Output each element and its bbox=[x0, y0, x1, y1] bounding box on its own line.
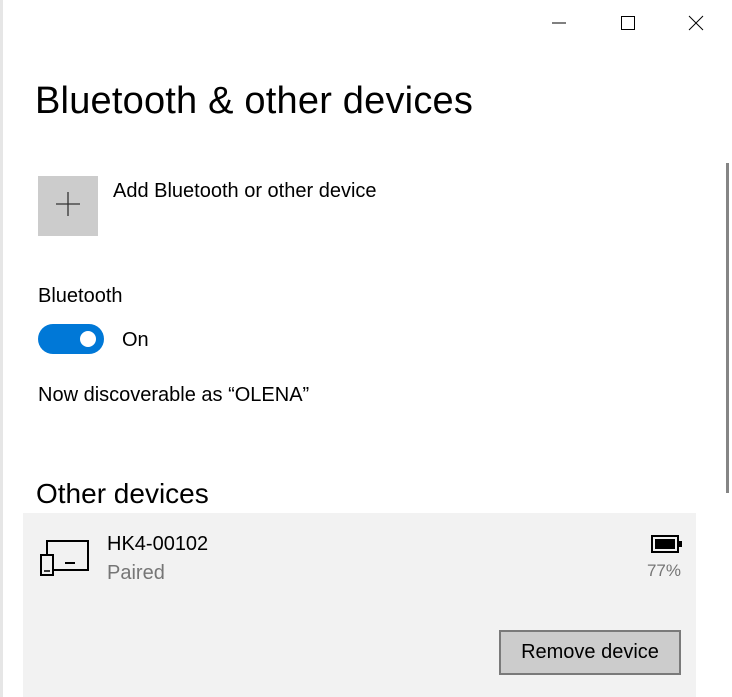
window-left-border bbox=[0, 0, 3, 697]
maximize-button[interactable] bbox=[605, 0, 651, 45]
device-item-hk4-00102[interactable]: HK4-00102 Paired 77% Remove device bbox=[23, 513, 696, 697]
other-devices-heading: Other devices bbox=[36, 478, 209, 509]
plus-icon bbox=[55, 191, 81, 222]
settings-window: Bluetooth & other devices Add Bluetooth … bbox=[0, 0, 732, 697]
maximize-icon bbox=[620, 15, 636, 31]
bluetooth-label: Bluetooth bbox=[38, 285, 123, 307]
minimize-icon bbox=[551, 15, 567, 31]
bluetooth-toggle[interactable] bbox=[38, 324, 104, 354]
close-icon bbox=[688, 15, 704, 31]
add-device-button[interactable]: Add Bluetooth or other device bbox=[38, 176, 377, 236]
battery-icon bbox=[651, 534, 683, 559]
bluetooth-toggle-state: On bbox=[122, 329, 149, 351]
device-name: HK4-00102 bbox=[107, 533, 209, 555]
battery-percent: 77% bbox=[646, 561, 681, 580]
page-title: Bluetooth & other devices bbox=[35, 80, 474, 122]
minimize-button[interactable] bbox=[536, 0, 582, 45]
vertical-scrollbar[interactable] bbox=[726, 163, 729, 493]
device-icon bbox=[40, 540, 90, 581]
add-device-label[interactable]: Add Bluetooth or other device bbox=[113, 180, 377, 203]
toggle-knob bbox=[80, 331, 96, 347]
device-status: Paired bbox=[107, 562, 165, 584]
close-button[interactable] bbox=[673, 0, 719, 45]
discoverable-status: Now discoverable as “OLENA” bbox=[38, 384, 310, 406]
remove-device-button[interactable]: Remove device bbox=[499, 630, 681, 675]
add-device-tile[interactable] bbox=[38, 176, 98, 236]
